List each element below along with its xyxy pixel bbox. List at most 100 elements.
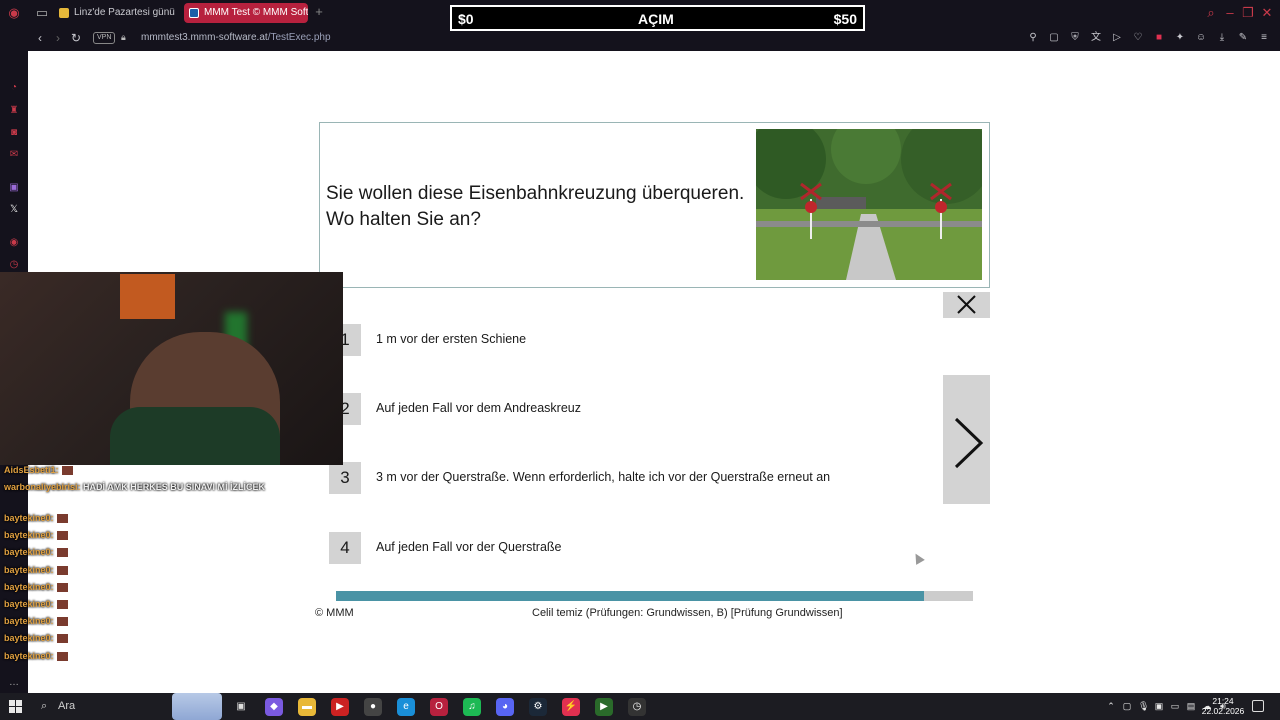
url-field[interactable]: mmmtest3.mmm-software.at/TestExec.php: [141, 32, 331, 43]
candidate-info: Celil temiz (Prüfungen: Grundwissen, B) …: [532, 607, 843, 619]
shield-icon[interactable]: ⛨: [1069, 32, 1081, 44]
reload-icon[interactable]: ↻: [69, 31, 83, 45]
lock-icon[interactable]: 🔒︎: [121, 32, 131, 44]
discord-icon[interactable]: ◕: [496, 698, 514, 716]
sidebar-player-icon[interactable]: ◉: [7, 236, 21, 250]
test-progress-bar: [336, 591, 973, 601]
url-host: mmmtest3.mmm-software.at: [141, 32, 268, 43]
download-icon[interactable]: ⤓: [1216, 32, 1228, 44]
answer-number[interactable]: 4: [329, 532, 361, 564]
search-highlight-image[interactable]: [172, 693, 222, 720]
windows-taskbar: ⌕ Ara ▣ ◆ ▬ ▶ ● e O ♫ ◕ ⚙ ⚡ ▶ ◷ ⌃ ▢ 🎙︎ ▣…: [0, 693, 1280, 720]
answer-text[interactable]: 3 m vor der Querstraße. Wenn erforderlic…: [376, 470, 830, 484]
chat-username: baytekine0:: [4, 599, 54, 609]
chevron-up-icon[interactable]: ⌃: [1106, 700, 1116, 712]
menu-icon[interactable]: ≡: [1258, 32, 1270, 44]
chat-username: AidsEsbeti1:: [4, 465, 59, 475]
extension-red-icon[interactable]: ■: [1153, 32, 1165, 44]
chat-username: baytekine0:: [4, 616, 54, 626]
tray-app-icon[interactable]: ▢: [1122, 700, 1132, 712]
task-view-icon[interactable]: ▣: [232, 698, 250, 716]
chat-text: HADİ AMK HERKES BU SINAVI Mİ İZLİCEK: [83, 482, 266, 492]
search-label: Ara: [58, 700, 76, 712]
tab-label: MMM Test © MMM Softwa: [204, 7, 308, 18]
maximize-icon[interactable]: ❐: [1240, 5, 1256, 21]
next-question-button[interactable]: [943, 375, 990, 504]
sidebar-more-icon[interactable]: …: [7, 676, 21, 690]
tab-mmm-test[interactable]: MMM Test © MMM Softwa: [184, 3, 308, 23]
copilot-icon[interactable]: ◆: [265, 698, 283, 716]
chat-message: baytekine0:: [4, 616, 68, 627]
answer-option-3[interactable]: 3 3 m vor der Querstraße. Wenn erforderl…: [329, 462, 929, 494]
file-explorer-icon[interactable]: ▬: [298, 698, 316, 716]
answer-text[interactable]: Auf jeden Fall vor dem Andreaskreuz: [376, 401, 581, 415]
windows-start-icon[interactable]: [9, 700, 22, 713]
steam-icon[interactable]: ⚙: [529, 698, 547, 716]
lightning-app-icon[interactable]: ⚡: [562, 698, 580, 716]
tray-app-icon[interactable]: ▣: [1154, 700, 1164, 712]
app-icon[interactable]: ●: [364, 698, 382, 716]
tab-favicon-icon: [189, 8, 199, 18]
profile-icon[interactable]: ☺: [1195, 32, 1207, 44]
ai-icon[interactable]: ✎: [1237, 32, 1249, 44]
extensions-icon[interactable]: ✦: [1174, 32, 1186, 44]
sidebar-history-icon[interactable]: ◷: [7, 258, 21, 272]
play-icon[interactable]: ▷: [1111, 32, 1123, 44]
chat-username: baytekine0:: [4, 651, 54, 661]
tab-linz-news[interactable]: Linz'de Pazartesi günü sa: [54, 3, 176, 23]
chat-username: baytekine0:: [4, 565, 54, 575]
sidebar-speed-dial-icon[interactable]: ◔: [7, 81, 21, 95]
close-button[interactable]: [943, 292, 990, 318]
answer-text[interactable]: Auf jeden Fall vor der Querstraße: [376, 540, 562, 554]
pin-icon[interactable]: ⚲: [1027, 32, 1039, 44]
chat-message: baytekine0:: [4, 565, 68, 576]
goal-end-amount: $50: [833, 11, 857, 27]
obs-app-icon[interactable]: ▶: [595, 698, 613, 716]
sidebar-mail-icon[interactable]: ✉: [7, 148, 21, 162]
clock-app-icon[interactable]: ◷: [628, 698, 646, 716]
vpn-badge[interactable]: VPN: [93, 32, 116, 44]
sidebar-x-icon[interactable]: 𝕏: [7, 203, 21, 217]
opera-gx-icon[interactable]: O: [430, 698, 448, 716]
heart-icon[interactable]: ♡: [1132, 32, 1144, 44]
chat-message: baytekine0:: [4, 651, 68, 662]
emote-icon: [56, 566, 68, 576]
answer-option-1[interactable]: 1 1 m vor der ersten Schiene: [329, 324, 929, 356]
search-icon[interactable]: ⌕: [1203, 5, 1219, 21]
edge-icon[interactable]: e: [397, 698, 415, 716]
snapshot-icon[interactable]: ▢: [1048, 32, 1060, 44]
emote-icon: [56, 634, 68, 644]
minimize-icon[interactable]: –: [1222, 5, 1238, 21]
notification-icon[interactable]: [1252, 700, 1264, 712]
back-icon[interactable]: ‹: [33, 31, 47, 45]
translate-icon[interactable]: 文: [1090, 32, 1102, 44]
tab-label: Linz'de Pazartesi günü sa: [74, 7, 176, 18]
answer-number[interactable]: 3: [329, 462, 361, 494]
forward-icon[interactable]: ›: [51, 31, 65, 45]
answer-option-4[interactable]: 4 Auf jeden Fall vor der Querstraße: [329, 532, 929, 564]
railroad-crossing-image: [756, 129, 982, 280]
answer-text[interactable]: 1 m vor der ersten Schiene: [376, 332, 526, 346]
display-icon[interactable]: ▤: [1186, 700, 1196, 712]
sidebar-twitch-icon[interactable]: ▣: [7, 181, 21, 195]
microphone-icon[interactable]: 🎙︎: [1138, 700, 1149, 712]
new-tab-button[interactable]: +: [312, 5, 326, 19]
goal-start-amount: $0: [458, 11, 474, 27]
question-text: Sie wollen diese Eisenbahnkreuzung überq…: [326, 183, 745, 230]
taskbar-apps: ▣ ◆ ▬ ▶ ● e O ♫ ◕ ⚙ ⚡ ▶ ◷: [232, 698, 646, 716]
answer-option-2[interactable]: 2 Auf jeden Fall vor dem Andreaskreuz: [329, 393, 929, 425]
chat-username: baytekine0:: [4, 530, 54, 540]
sidebar-bag-icon[interactable]: ♜: [7, 104, 21, 118]
browser-menu-icon[interactable]: ◉: [6, 5, 22, 21]
spotify-icon[interactable]: ♫: [463, 698, 481, 716]
chat-username: baytekine0:: [4, 513, 54, 523]
tab-manager-icon[interactable]: ▭: [34, 5, 50, 21]
close-window-icon[interactable]: ✕: [1259, 5, 1275, 21]
taskbar-clock[interactable]: 21:24 22.02.2026: [1200, 696, 1246, 716]
url-path: /TestExec.php: [267, 32, 331, 43]
network-icon[interactable]: ▭: [1170, 700, 1180, 712]
sidebar-messenger-icon[interactable]: ◙: [7, 126, 21, 140]
media-player-icon[interactable]: ▶: [331, 698, 349, 716]
emote-icon: [56, 617, 68, 627]
progress-fill: [336, 591, 924, 601]
